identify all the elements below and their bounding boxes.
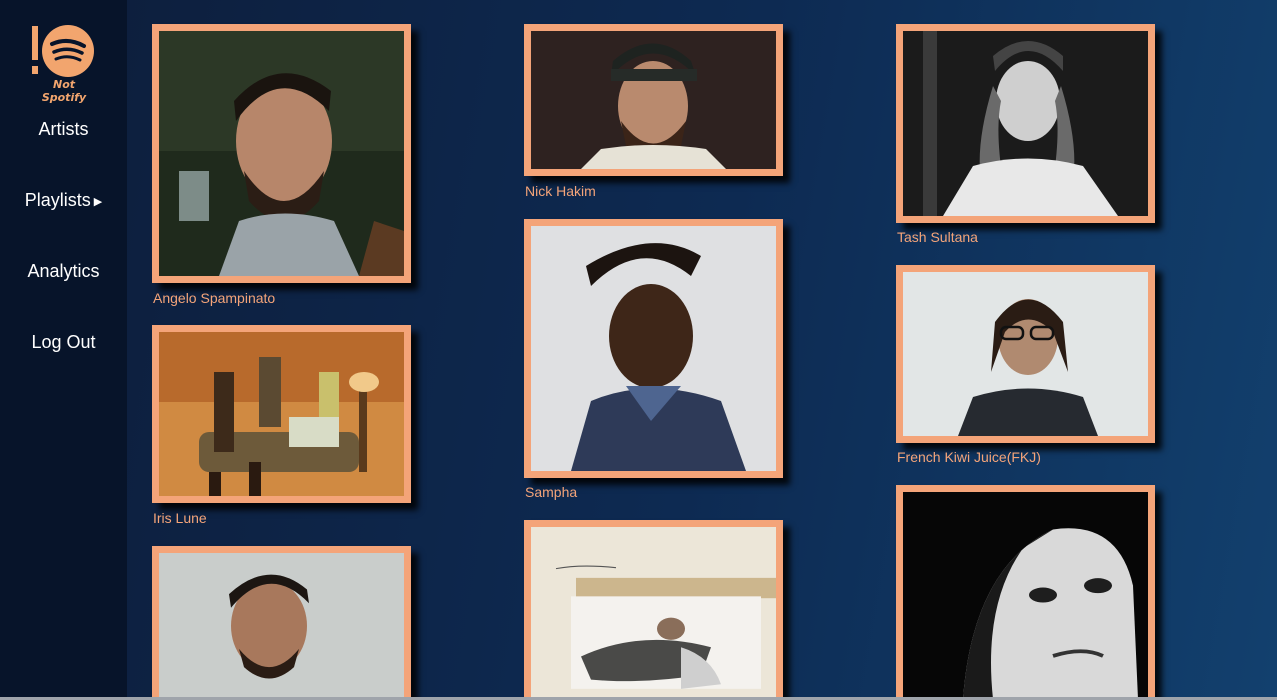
artist-name[interactable]: Nick Hakim <box>525 183 596 199</box>
artist-photo <box>159 332 404 496</box>
artist-photo <box>159 31 404 276</box>
artist-card[interactable] <box>152 325 411 503</box>
nav-artists-label: Artists <box>38 119 89 139</box>
artist-photo <box>903 272 1148 436</box>
nav-analytics[interactable]: Analytics <box>0 261 127 282</box>
artist-card[interactable] <box>896 265 1155 443</box>
artist-card[interactable] <box>524 520 783 700</box>
artist-card[interactable] <box>152 546 411 700</box>
app-logo[interactable]: Not Spotify <box>31 24 97 104</box>
artist-name[interactable]: Angelo Spampinato <box>153 290 275 306</box>
nav-playlists[interactable]: Playlists ▶ <box>0 190 127 211</box>
artist-card[interactable] <box>524 24 783 176</box>
spotify-logo-icon <box>32 25 94 77</box>
artist-name[interactable]: Tash Sultana <box>897 229 978 245</box>
artist-photo <box>531 527 776 699</box>
artist-card[interactable] <box>152 24 411 283</box>
logo-text: Not Spotify <box>41 78 87 104</box>
artist-name[interactable]: French Kiwi Juice(FKJ) <box>897 449 1041 465</box>
nav-logout[interactable]: Log Out <box>0 332 127 353</box>
artist-photo <box>159 553 404 699</box>
nav-analytics-label: Analytics <box>27 261 100 281</box>
artist-card[interactable] <box>896 485 1155 700</box>
artist-card[interactable] <box>896 24 1155 223</box>
caret-right-icon: ▶ <box>93 195 103 208</box>
artist-photo <box>903 492 1148 699</box>
artist-name[interactable]: Iris Lune <box>153 510 207 526</box>
artist-card[interactable] <box>524 219 783 478</box>
artist-photo <box>531 226 776 471</box>
nav-artists[interactable]: Artists <box>0 119 127 140</box>
artist-photo <box>903 31 1148 216</box>
artist-name[interactable]: Sampha <box>525 484 577 500</box>
nav-playlists-label: Playlists <box>24 190 91 210</box>
nav-logout-label: Log Out <box>31 332 96 352</box>
artist-photo <box>531 31 776 169</box>
sidebar: Not Spotify Artists Playlists ▶ Analytics… <box>0 0 127 700</box>
